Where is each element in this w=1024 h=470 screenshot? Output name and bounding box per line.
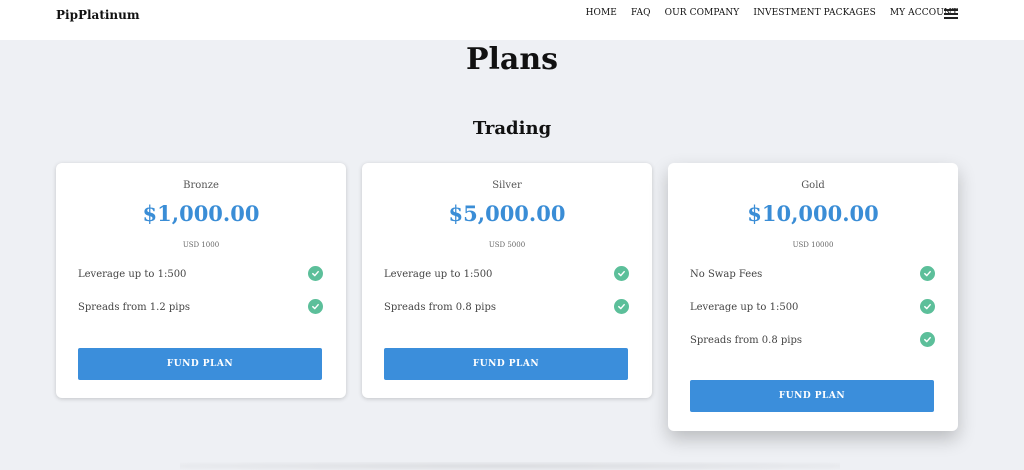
nav-home[interactable]: HOME [586, 8, 617, 18]
plan-price: $1,000.00 [142, 201, 260, 226]
fund-plan-button[interactable]: FUND PLAN [690, 380, 934, 412]
main-nav: HOME FAQ OUR COMPANY INVESTMENT PACKAGES… [586, 8, 958, 18]
feature-text: Leverage up to 1:500 [78, 269, 187, 280]
feature-text: Leverage up to 1:500 [384, 269, 493, 280]
feature-item: No Swap Fees [690, 266, 936, 299]
check-circle-icon [308, 266, 323, 281]
feature-text: Spreads from 0.8 pips [384, 302, 497, 313]
check-circle-icon [614, 299, 629, 314]
top-navbar: PipPlatinum HOME FAQ OUR COMPANY INVESTM… [0, 0, 1024, 40]
plan-price-sub: USD 5000 [488, 241, 526, 249]
nav-investment-packages[interactable]: INVESTMENT PACKAGES [753, 8, 876, 18]
feature-text: No Swap Fees [690, 269, 763, 280]
fund-plan-button[interactable]: FUND PLAN [78, 348, 322, 380]
check-circle-icon [614, 266, 629, 281]
check-circle-icon [920, 332, 935, 347]
page-title: Plans [465, 42, 559, 77]
brand-logo[interactable]: PipPlatinum [56, 8, 140, 22]
feature-text: Leverage up to 1:500 [690, 302, 799, 313]
fund-plan-button[interactable]: FUND PLAN [384, 348, 628, 380]
feature-item: Leverage up to 1:500 [690, 299, 936, 332]
plan-price: $5,000.00 [448, 201, 566, 226]
feature-text: Spreads from 0.8 pips [690, 335, 803, 346]
plan-card-bronze: Bronze $1,000.00 USD 1000 Leverage up to… [56, 163, 346, 398]
nav-our-company[interactable]: OUR COMPANY [665, 8, 740, 18]
plan-price: $10,000.00 [747, 201, 879, 226]
plan-name: Bronze [183, 180, 219, 191]
feature-list: Leverage up to 1:500 Spreads from 0.8 pi… [384, 266, 630, 332]
feature-item: Leverage up to 1:500 [78, 266, 324, 299]
feature-item: Leverage up to 1:500 [384, 266, 630, 299]
hamburger-menu-icon[interactable] [944, 9, 958, 19]
nav-faq[interactable]: FAQ [631, 8, 651, 18]
section-title: Trading [472, 118, 552, 139]
feature-list: No Swap Fees Leverage up to 1:500 Spread… [690, 266, 936, 365]
plan-price-sub: USD 1000 [182, 241, 220, 249]
check-circle-icon [308, 299, 323, 314]
plan-name: Gold [801, 180, 825, 191]
feature-item: Spreads from 1.2 pips [78, 299, 324, 332]
feature-item: Spreads from 0.8 pips [384, 299, 630, 332]
feature-item: Spreads from 0.8 pips [690, 332, 936, 365]
plan-card-silver: Silver $5,000.00 USD 5000 Leverage up to… [362, 163, 652, 398]
plan-card-gold: Gold $10,000.00 USD 10000 No Swap Fees L… [668, 163, 958, 431]
plan-price-sub: USD 10000 [792, 241, 834, 249]
bottom-shadow [180, 462, 840, 470]
check-circle-icon [920, 266, 935, 281]
feature-list: Leverage up to 1:500 Spreads from 1.2 pi… [78, 266, 324, 332]
plan-name: Silver [492, 180, 522, 191]
feature-text: Spreads from 1.2 pips [78, 302, 191, 313]
check-circle-icon [920, 299, 935, 314]
